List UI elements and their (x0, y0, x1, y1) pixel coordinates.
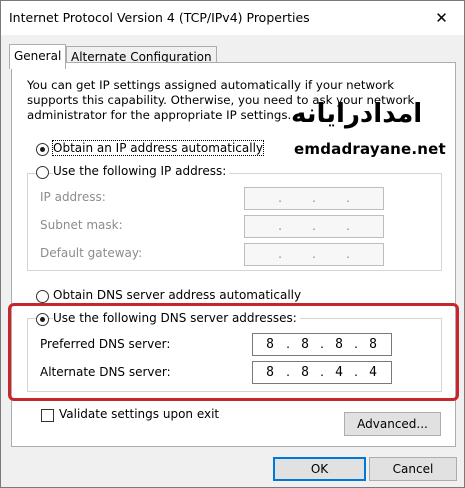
ip-address-input[interactable]: . . . (244, 187, 384, 210)
validate-settings-label[interactable]: Validate settings upon exit (59, 407, 219, 421)
advanced-button[interactable]: Advanced... (344, 412, 441, 436)
ip-dot: . (346, 247, 350, 261)
tab-strip: General Alternate Configuration (1, 35, 464, 69)
ip-dot: . (278, 191, 282, 205)
use-following-ip-label[interactable]: Use the following IP address: (53, 164, 230, 178)
window-title: Internet Protocol Version 4 (TCP/IPv4) P… (9, 10, 310, 25)
obtain-dns-auto-radio[interactable] (36, 290, 49, 303)
ip-dot: . (312, 247, 316, 261)
ok-button[interactable]: OK (273, 457, 366, 481)
subnet-mask-input[interactable]: . . . (244, 215, 384, 238)
default-gateway-label: Default gateway: (40, 246, 143, 260)
dns-highlight-box (8, 303, 459, 401)
general-tab-panel: You can get IP settings assigned automat… (8, 62, 459, 447)
tab-general-label: General (14, 49, 62, 63)
obtain-ip-auto-label[interactable]: Obtain an IP address automatically (51, 140, 265, 156)
tab-general[interactable]: General (9, 44, 67, 69)
obtain-ip-auto-radio[interactable] (36, 143, 49, 156)
close-button[interactable]: ✕ (419, 1, 464, 35)
validate-settings-checkbox[interactable] (41, 409, 54, 422)
ip-dot: . (278, 247, 282, 261)
close-icon: ✕ (435, 9, 448, 27)
obtain-dns-auto-label[interactable]: Obtain DNS server address automatically (53, 288, 301, 302)
ip-address-label: IP address: (40, 190, 106, 204)
ip-dot: . (346, 219, 350, 233)
watermark-logo-arabic: امدادرایانه (291, 99, 423, 129)
cancel-button[interactable]: Cancel (369, 457, 457, 481)
title-bar[interactable]: Internet Protocol Version 4 (TCP/IPv4) P… (1, 1, 464, 35)
ip-dot: . (312, 191, 316, 205)
default-gateway-input[interactable]: . . . (244, 243, 384, 266)
ip-dot: . (346, 191, 350, 205)
ip-dot: . (312, 219, 316, 233)
subnet-mask-label: Subnet mask: (40, 218, 123, 232)
use-following-ip-radio[interactable] (36, 166, 49, 179)
ip-dot: . (278, 219, 282, 233)
watermark-logo-domain: emdadrayane.net (294, 140, 446, 158)
properties-dialog: Internet Protocol Version 4 (TCP/IPv4) P… (0, 0, 465, 488)
